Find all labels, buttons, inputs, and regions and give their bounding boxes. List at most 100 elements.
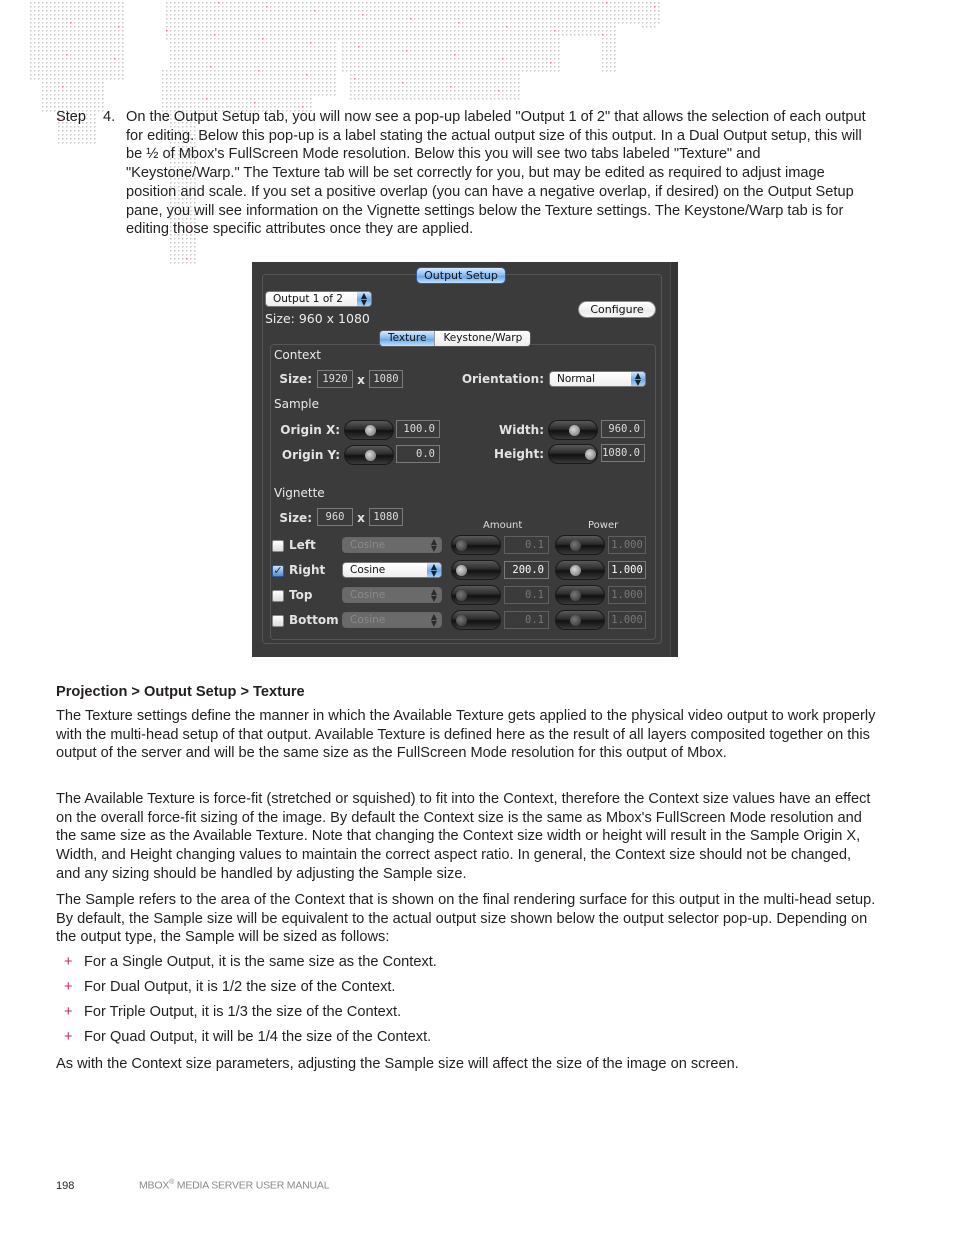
map-dot — [262, 14, 264, 16]
width-field[interactable]: 960.0 — [601, 420, 645, 438]
context-width-field[interactable]: 1920 — [317, 370, 353, 388]
vignette-height-field[interactable]: 1080 — [369, 508, 403, 526]
map-dot — [82, 62, 84, 64]
map-dot — [530, 62, 532, 64]
slider-knob[interactable] — [570, 615, 581, 626]
output-selector-popup[interactable]: Output 1 of 2 ▲ ▼ — [265, 291, 372, 307]
slider-knob[interactable] — [585, 449, 596, 460]
map-dot — [174, 262, 176, 264]
map-dot — [234, 54, 236, 56]
map-dot — [294, 34, 296, 36]
map-dot — [230, 22, 232, 24]
vignette-curve-popup[interactable]: Cosine ▲ ▼ — [342, 537, 442, 553]
slider-knob[interactable] — [456, 590, 467, 601]
map-dot — [434, 66, 436, 68]
vignette-checkbox[interactable]: ✓ — [272, 565, 284, 577]
map-dot — [382, 66, 384, 68]
vignette-amount-slider[interactable] — [451, 535, 501, 555]
vignette-curve-popup[interactable]: Cosine ▲ ▼ — [342, 587, 442, 603]
configure-button[interactable]: Configure — [578, 301, 656, 318]
vignette-power-slider[interactable] — [555, 585, 605, 605]
height-slider[interactable] — [548, 444, 598, 464]
slider-knob[interactable] — [570, 590, 581, 601]
tab-texture[interactable]: Texture — [380, 331, 435, 346]
map-dot — [546, 30, 548, 32]
map-dot — [170, 250, 172, 252]
panel-scrollbar[interactable] — [670, 262, 678, 657]
map-dot — [82, 82, 84, 84]
map-dot — [462, 62, 464, 64]
map-dot — [478, 6, 480, 8]
map-dot — [558, 18, 560, 20]
vignette-power-slider[interactable] — [555, 560, 605, 580]
map-dot — [386, 34, 388, 36]
vignette-amount-slider[interactable] — [451, 560, 501, 580]
map-dot — [414, 10, 416, 12]
slider-knob[interactable] — [456, 565, 467, 576]
map-dot — [466, 42, 468, 44]
map-dot — [422, 54, 424, 56]
map-dot — [582, 22, 584, 24]
map-dot — [170, 254, 172, 256]
map-dot — [254, 98, 256, 100]
vignette-power-field[interactable]: 1.000 — [608, 586, 646, 604]
map-dot — [122, 70, 124, 72]
map-dot — [282, 78, 284, 80]
slider-knob[interactable] — [568, 425, 580, 436]
vignette-power-field[interactable]: 1.000 — [608, 561, 646, 579]
vignette-checkbox[interactable] — [272, 540, 284, 552]
vignette-amount-field[interactable]: 0.1 — [504, 611, 549, 629]
slider-knob[interactable] — [570, 565, 581, 576]
vignette-amount-slider[interactable] — [451, 585, 501, 605]
origin-x-field[interactable]: 100.0 — [396, 420, 440, 438]
map-dot — [98, 22, 100, 24]
slider-knob[interactable] — [570, 540, 581, 551]
height-field[interactable]: 1080.0 — [601, 444, 645, 462]
map-dot — [70, 62, 72, 64]
map-dot — [86, 114, 88, 116]
map-dot — [94, 46, 96, 48]
context-height-field[interactable]: 1080 — [369, 370, 403, 388]
vignette-width-field[interactable]: 960 — [317, 508, 353, 526]
vignette-amount-field[interactable]: 200.0 — [504, 561, 549, 579]
map-dot — [506, 98, 508, 100]
vignette-power-field[interactable]: 1.000 — [608, 536, 646, 554]
map-dot — [606, 18, 608, 20]
origin-y-field[interactable]: 0.0 — [396, 445, 440, 463]
vignette-power-slider[interactable] — [555, 535, 605, 555]
origin-y-slider[interactable] — [344, 445, 394, 465]
map-dot — [190, 242, 192, 244]
vignette-amount-field[interactable]: 0.1 — [504, 536, 549, 554]
width-slider[interactable] — [548, 420, 598, 440]
vignette-amount-field[interactable]: 0.1 — [504, 586, 549, 604]
vignette-power-slider[interactable] — [555, 610, 605, 630]
map-dot — [322, 10, 324, 12]
slider-knob[interactable] — [456, 615, 467, 626]
vignette-amount-slider[interactable] — [451, 610, 501, 630]
map-dot — [190, 250, 192, 252]
map-dot — [402, 62, 404, 64]
slider-knob[interactable] — [364, 450, 376, 461]
map-dot — [342, 50, 344, 52]
tab-keystone-warp[interactable]: Keystone/Warp — [434, 331, 531, 346]
map-dot — [398, 26, 400, 28]
vignette-curve-popup[interactable]: Cosine ▲ ▼ — [342, 612, 442, 628]
map-dot — [78, 138, 80, 140]
origin-x-slider[interactable] — [344, 420, 394, 440]
map-dot — [114, 62, 116, 64]
map-dot — [334, 34, 336, 36]
slider-knob[interactable] — [456, 540, 467, 551]
vignette-checkbox[interactable] — [272, 590, 284, 602]
vignette-checkbox[interactable] — [272, 615, 284, 627]
map-dot — [334, 70, 336, 72]
map-dot — [250, 42, 252, 44]
slider-knob[interactable] — [364, 425, 376, 436]
vignette-power-field[interactable]: 1.000 — [608, 611, 646, 629]
tab-output-setup[interactable]: Output Setup — [416, 267, 506, 284]
map-dot — [406, 30, 408, 32]
page-number: 198 — [56, 1180, 75, 1192]
orientation-popup[interactable]: Normal ▲ ▼ — [549, 371, 646, 387]
map-dot — [74, 138, 76, 140]
map-dot — [54, 98, 56, 100]
vignette-curve-popup[interactable]: Cosine ▲ ▼ — [342, 562, 442, 578]
